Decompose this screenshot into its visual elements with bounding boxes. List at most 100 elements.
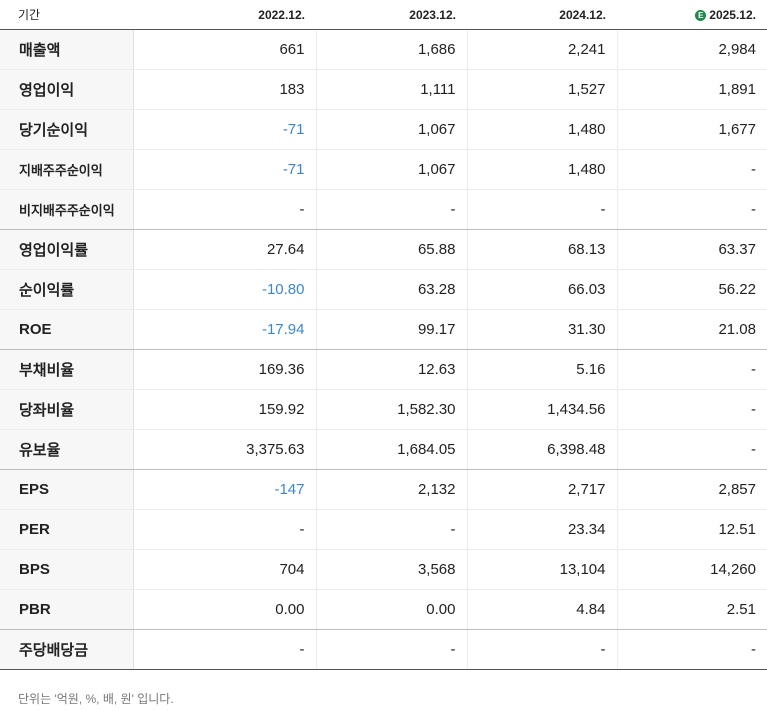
- period-header: 기간: [0, 0, 133, 30]
- table-cell: 1,434.56: [466, 389, 617, 430]
- table-cell: 31.30: [466, 309, 617, 350]
- table-cell: 3,375.63: [132, 429, 316, 470]
- table-cell: 1,067: [315, 149, 467, 190]
- row-label: 주당배당금: [0, 629, 134, 670]
- table-cell: -71: [132, 149, 316, 190]
- column-header-label: 2025.12.: [709, 7, 756, 22]
- table-cell: -: [315, 189, 467, 230]
- table-row: 부채비율 169.36 12.63 5.16-: [0, 349, 767, 390]
- table-cell: 2,717: [466, 469, 617, 510]
- row-label: 지배주주순이익: [0, 149, 134, 190]
- row-label: 부채비율: [0, 349, 134, 390]
- column-header: 2023.12.: [316, 0, 467, 30]
- table-row: 당기순이익 -71 1,067 1,480 1,677: [0, 109, 767, 150]
- row-label: 당기순이익: [0, 109, 134, 150]
- column-header: 2022.12.: [133, 0, 316, 30]
- table-cell: -17.94: [132, 309, 316, 350]
- unit-footnote: 단위는 '억원, %, 배, 원' 입니다.: [18, 692, 174, 706]
- table-cell: 6,398.48: [466, 429, 617, 470]
- table-cell: 1,891: [616, 69, 767, 110]
- row-label: 영업이익: [0, 69, 134, 110]
- table-row: ROE -17.94 99.17 31.30 21.08: [0, 309, 767, 350]
- row-label: 영업이익률: [0, 229, 134, 270]
- table-cell: -: [616, 189, 767, 230]
- table-cell: 1,677: [616, 109, 767, 150]
- table-cell: -: [616, 429, 767, 470]
- table-cell: 21.08: [616, 309, 767, 350]
- table-cell: 2,857: [616, 469, 767, 510]
- table-row: 영업이익률 27.64 65.88 68.13 63.37: [0, 229, 767, 270]
- table-cell: -71: [132, 109, 316, 150]
- row-label: PER: [0, 509, 134, 550]
- table-cell: 1,686: [315, 29, 467, 70]
- table-cell: 1,480: [466, 109, 617, 150]
- table-cell: 27.64: [132, 229, 316, 270]
- table-row: 비지배주주순이익 - - - -: [0, 189, 767, 230]
- table-cell: -: [466, 189, 617, 230]
- table-row: EPS -147 2,132 2,717 2,857: [0, 469, 767, 510]
- table-cell: 0.00: [132, 589, 316, 630]
- table-cell: 63.28: [315, 269, 467, 310]
- table-cell: 1,480: [466, 149, 617, 190]
- table-cell: 704: [132, 549, 316, 590]
- table-cell: 169.36: [132, 349, 316, 390]
- table-cell: 3,568: [315, 549, 467, 590]
- table-cell: 14,260: [616, 549, 767, 590]
- table-cell: 68.13: [466, 229, 617, 270]
- table-cell: -: [616, 149, 767, 190]
- table-cell: 183: [132, 69, 316, 110]
- row-label: EPS: [0, 469, 134, 510]
- table-row: BPS 704 3,568 13,104 14,260: [0, 549, 767, 590]
- financial-summary: 기간 2022.12. 2023.12. 2024.12. E 2025.12. …: [0, 0, 767, 707]
- table-cell: 12.51: [616, 509, 767, 550]
- table-row: 지배주주순이익 -71 1,067 1,480-: [0, 149, 767, 190]
- table-cell: -: [132, 629, 316, 670]
- table-cell: -147: [132, 469, 316, 510]
- table-row: 매출액 661 1,686 2,241 2,984: [0, 29, 767, 70]
- table-cell: 661: [132, 29, 316, 70]
- table-cell: 1,582.30: [315, 389, 467, 430]
- row-label: ROE: [0, 309, 134, 350]
- table-cell: 2,241: [466, 29, 617, 70]
- row-label: 유보율: [0, 429, 134, 470]
- row-label: PBR: [0, 589, 134, 630]
- table-cell: -: [132, 509, 316, 550]
- table-cell: 5.16: [466, 349, 617, 390]
- table-cell: 12.63: [315, 349, 467, 390]
- table-cell: -: [616, 349, 767, 390]
- table-cell: 2,984: [616, 29, 767, 70]
- table-cell: 56.22: [616, 269, 767, 310]
- table-cell: -: [616, 389, 767, 430]
- row-label: 매출액: [0, 29, 134, 70]
- estimate-icon: E: [695, 9, 707, 21]
- table-cell: -: [315, 509, 467, 550]
- table-cell: 1,111: [315, 69, 467, 110]
- table-row: 순이익률 -10.80 63.28 66.03 56.22: [0, 269, 767, 310]
- table-cell: 99.17: [315, 309, 467, 350]
- row-label: 당좌비율: [0, 389, 134, 430]
- table-row: 유보율 3,375.63 1,684.05 6,398.48-: [0, 429, 767, 470]
- row-label: 비지배주주순이익: [0, 189, 134, 230]
- table-cell: 66.03: [466, 269, 617, 310]
- financial-table: 기간 2022.12. 2023.12. 2024.12. E 2025.12. …: [0, 0, 767, 670]
- table-cell: 1,684.05: [315, 429, 467, 470]
- table-row: 당좌비율 159.92 1,582.30 1,434.56-: [0, 389, 767, 430]
- table-cell: 1,527: [466, 69, 617, 110]
- table-cell: 4.84: [466, 589, 617, 630]
- table-cell: -10.80: [132, 269, 316, 310]
- table-cell: 63.37: [616, 229, 767, 270]
- table-cell: 0.00: [315, 589, 467, 630]
- table-header-row: 기간 2022.12. 2023.12. 2024.12. E 2025.12.: [0, 0, 767, 30]
- table-cell: 65.88: [315, 229, 467, 270]
- table-cell: 2.51: [616, 589, 767, 630]
- table-cell: -: [466, 629, 617, 670]
- table-row: 주당배당금 - - - -: [0, 629, 767, 670]
- table-cell: -: [132, 189, 316, 230]
- column-header-estimate: E 2025.12.: [617, 0, 767, 30]
- table-row: 영업이익 183 1,111 1,527 1,891: [0, 69, 767, 110]
- table-row: PBR 0.00 0.00 4.84 2.51: [0, 589, 767, 630]
- row-label: BPS: [0, 549, 134, 590]
- table-cell: -: [616, 629, 767, 670]
- table-cell: 1,067: [315, 109, 467, 150]
- table-cell: 159.92: [132, 389, 316, 430]
